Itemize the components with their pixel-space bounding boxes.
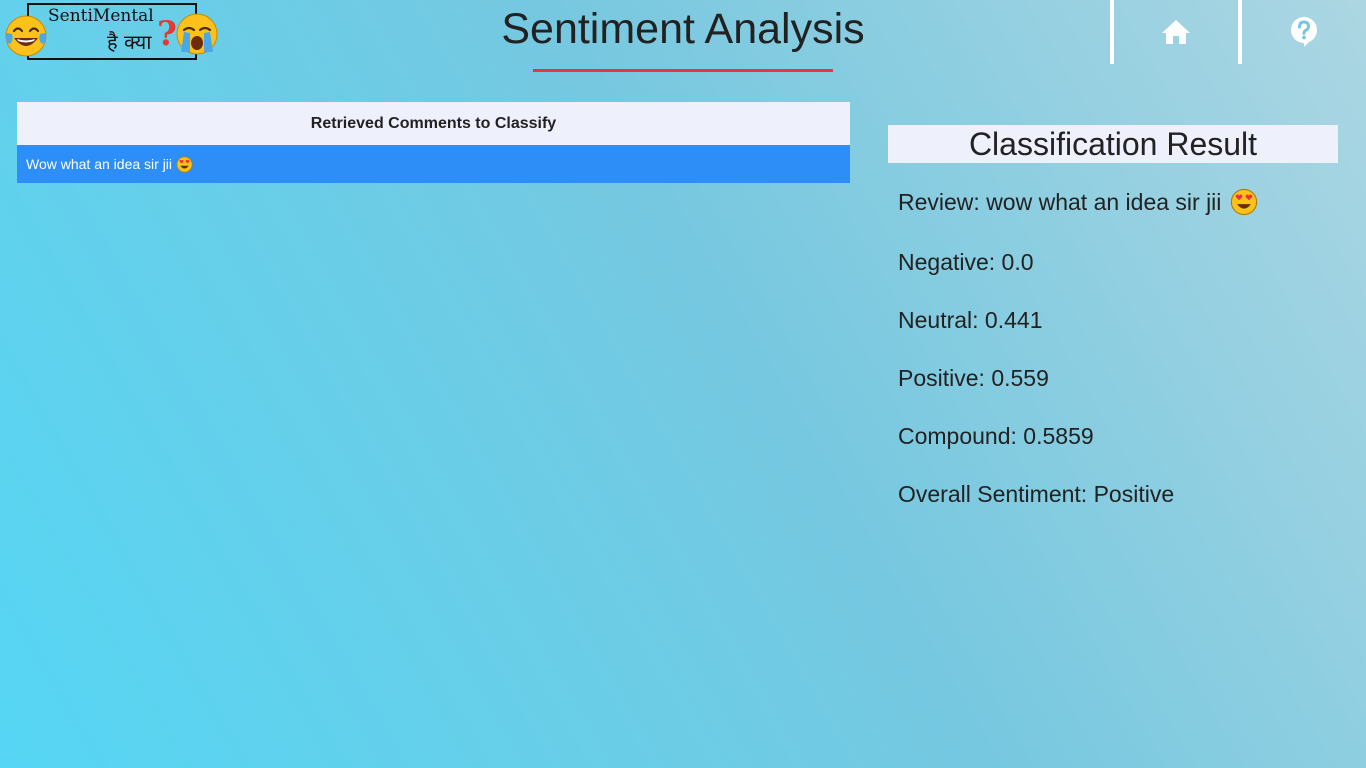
comments-panel: Retrieved Comments to Classify Wow what … [17, 102, 850, 183]
negative-score: Negative: 0.0 [898, 249, 1034, 275]
review-text: Review: wow what an idea sir jii [898, 188, 1222, 215]
help-button[interactable] [1242, 0, 1366, 64]
comments-panel-title: Retrieved Comments to Classify [17, 102, 850, 145]
review-line: Review: wow what an idea sir jii [898, 188, 1258, 216]
help-icon [1291, 17, 1317, 47]
positive-score: Positive: 0.559 [898, 365, 1049, 391]
home-button[interactable] [1114, 0, 1238, 64]
comment-text: Wow what an idea sir jii [26, 156, 173, 172]
result-panel-title: Classification Result [888, 125, 1338, 163]
compound-score: Compound: 0.5859 [898, 423, 1094, 449]
top-nav [1110, 0, 1366, 64]
heart-eyes-emoji-icon [176, 156, 193, 172]
heart-eyes-emoji-icon [1231, 188, 1258, 216]
home-icon [1162, 20, 1190, 44]
title-underline [533, 69, 833, 72]
comment-list-item[interactable]: Wow what an idea sir jii [17, 145, 850, 183]
result-panel: Classification Result Review: wow what a… [888, 125, 1338, 507]
overall-sentiment: Overall Sentiment: Positive [898, 481, 1175, 507]
neutral-score: Neutral: 0.441 [898, 307, 1043, 333]
